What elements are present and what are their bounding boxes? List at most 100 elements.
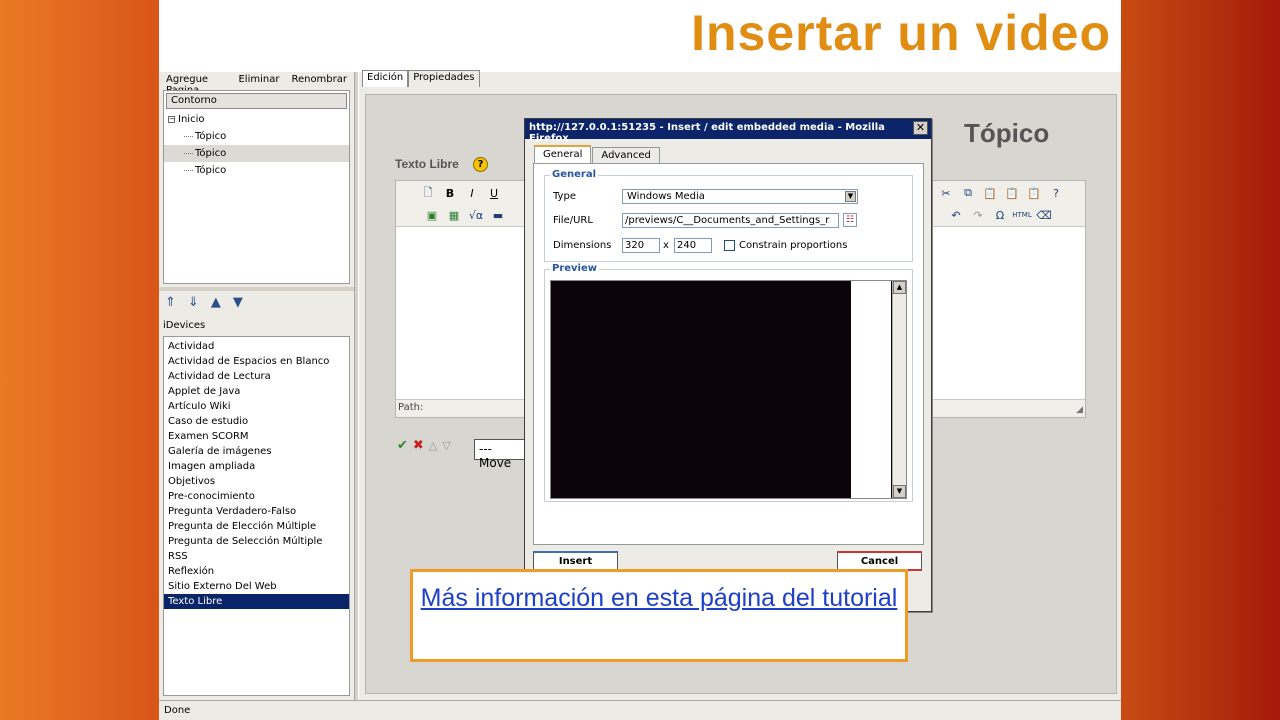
image-icon[interactable]: ▣ xyxy=(424,207,440,223)
file-url-label: File/URL xyxy=(553,215,593,226)
list-item-selected[interactable]: Texto Libre xyxy=(164,594,349,609)
checkmark-icon[interactable]: ✔ xyxy=(397,438,408,453)
preview-scrollbar[interactable]: ▲ ▼ xyxy=(892,281,906,498)
path-label: Path: xyxy=(398,402,424,413)
insert-button[interactable]: Insert xyxy=(533,551,618,571)
redo-icon[interactable]: ↷ xyxy=(970,207,986,223)
help-icon[interactable]: ? xyxy=(473,157,488,172)
tree-item-label: Inicio xyxy=(178,114,205,125)
move-select[interactable]: ---Move xyxy=(474,439,529,470)
move-up-icon[interactable]: △ xyxy=(429,439,437,452)
list-item[interactable]: Actividad xyxy=(164,339,349,354)
move-down-icon[interactable]: ▼ xyxy=(233,295,243,310)
idevices-list: Actividad Actividad de Espacios en Blanc… xyxy=(163,336,350,696)
rename-button[interactable]: Renombrar xyxy=(291,74,347,88)
general-fieldset: General Type Windows Media ▼ File/URL /p… xyxy=(544,169,913,262)
list-item[interactable]: Sitio Externo Del Web xyxy=(164,579,349,594)
math-icon[interactable]: √α xyxy=(468,207,484,223)
move-up-icon[interactable]: ▲ xyxy=(211,295,221,310)
bold-icon[interactable]: B xyxy=(442,185,458,201)
list-item[interactable]: Actividad de Espacios en Blanco xyxy=(164,354,349,369)
paste-text-icon[interactable]: 📋 xyxy=(1004,185,1020,201)
type-value: Windows Media xyxy=(627,191,705,202)
list-item[interactable]: Pre-conocimiento xyxy=(164,489,349,504)
tree-item-root[interactable]: − Inicio xyxy=(164,111,349,128)
cancel-button[interactable]: Cancel xyxy=(837,551,922,571)
dialog-titlebar[interactable]: http://127.0.0.1:51235 - Insert / edit e… xyxy=(525,119,931,144)
list-item[interactable]: Actividad de Lectura xyxy=(164,369,349,384)
eraser-icon[interactable]: ⌫ xyxy=(1036,207,1052,223)
italic-icon[interactable]: I xyxy=(464,185,480,201)
tab-general[interactable]: General xyxy=(534,145,592,164)
paste-icon[interactable]: 📋 xyxy=(982,185,998,201)
list-item[interactable]: Examen SCORM xyxy=(164,429,349,444)
delete-button[interactable]: Eliminar xyxy=(238,74,279,88)
list-item[interactable]: RSS xyxy=(164,549,349,564)
panel-splitter[interactable] xyxy=(159,287,354,291)
list-item[interactable]: Galería de imágenes xyxy=(164,444,349,459)
tree-item-topic-3[interactable]: Tópico xyxy=(164,162,349,179)
height-input[interactable]: 240 xyxy=(674,238,712,253)
list-item[interactable]: Applet de Java xyxy=(164,384,349,399)
list-item[interactable]: Artículo Wiki xyxy=(164,399,349,414)
vertical-splitter[interactable] xyxy=(354,72,359,700)
scroll-up-icon[interactable]: ▲ xyxy=(893,281,906,294)
outline-header: Contorno xyxy=(166,93,347,109)
file-url-input[interactable]: /previews/C__Documents_and_Settings_r xyxy=(622,213,839,228)
tree-item-topic-2[interactable]: Tópico xyxy=(164,145,349,162)
copy-icon[interactable]: ⧉ xyxy=(960,185,976,201)
width-input[interactable]: 320 xyxy=(622,238,660,253)
resize-grip-icon[interactable]: ◢ xyxy=(1076,405,1083,415)
idevices-label: iDevices xyxy=(163,320,206,331)
delete-icon[interactable]: ✖ xyxy=(413,438,424,453)
list-item[interactable]: Pregunta de Elección Múltiple xyxy=(164,519,349,534)
list-item[interactable]: Pregunta de Selección Múltiple xyxy=(164,534,349,549)
list-item[interactable]: Reflexión xyxy=(164,564,349,579)
move-down-icon[interactable]: ▽ xyxy=(442,439,450,452)
html-icon[interactable]: HTML xyxy=(1012,207,1031,223)
list-item[interactable]: Caso de estudio xyxy=(164,414,349,429)
close-icon[interactable]: ✕ xyxy=(913,121,928,135)
list-item[interactable]: Pregunta Verdadero-Falso xyxy=(164,504,349,519)
paste-word-icon[interactable]: 📋 xyxy=(1026,185,1042,201)
media-preview: ▲ ▼ xyxy=(550,280,907,499)
dimensions-label: Dimensions xyxy=(553,240,612,251)
horizontal-rule-icon[interactable]: ▬ xyxy=(490,207,506,223)
new-document-icon[interactable]: 🗋 xyxy=(420,185,436,201)
type-select[interactable]: Windows Media ▼ xyxy=(622,189,858,204)
slide-title: Insertar un video xyxy=(691,5,1111,61)
dialog-title: http://127.0.0.1:51235 - Insert / edit e… xyxy=(529,122,885,144)
embedded-media-dialog: http://127.0.0.1:51235 - Insert / edit e… xyxy=(524,118,932,612)
demote-arrow-icon[interactable]: ⇓ xyxy=(188,295,199,310)
outline-panel: Contorno − Inicio Tópico Tópico Tópico xyxy=(163,90,350,284)
dialog-body: General Type Windows Media ▼ File/URL /p… xyxy=(533,163,924,545)
preview-legend: Preview xyxy=(550,263,600,274)
browse-icon[interactable]: ☷ xyxy=(843,213,857,227)
preview-margin xyxy=(851,281,891,498)
collapse-icon[interactable]: − xyxy=(168,115,175,123)
constrain-checkbox[interactable] xyxy=(724,240,735,251)
times-label: x xyxy=(663,240,669,251)
tab-advanced[interactable]: Advanced xyxy=(592,147,660,164)
tree-item-topic-1[interactable]: Tópico xyxy=(164,128,349,145)
omega-icon[interactable]: Ω xyxy=(992,207,1008,223)
film-icon[interactable]: ▦ xyxy=(446,207,462,223)
undo-icon[interactable]: ↶ xyxy=(948,207,964,223)
underline-icon[interactable]: U xyxy=(486,185,502,201)
promote-arrow-icon[interactable]: ⇑ xyxy=(165,295,176,310)
help-circle-icon[interactable]: ? xyxy=(1048,185,1064,201)
list-item[interactable]: Imagen ampliada xyxy=(164,459,349,474)
tutorial-link[interactable]: Más información en esta página del tutor… xyxy=(421,584,898,612)
cut-icon[interactable]: ✂ xyxy=(938,185,954,201)
tab-edicion[interactable]: Edición xyxy=(362,70,409,87)
block-title: Texto Libre xyxy=(395,157,459,171)
chevron-down-icon[interactable]: ▼ xyxy=(845,191,856,202)
add-page-button[interactable]: Agregue Pagina xyxy=(166,74,226,96)
outline-nav-arrows: ⇑ ⇓ ▲ ▼ xyxy=(159,292,354,312)
list-item[interactable]: Objetivos xyxy=(164,474,349,489)
editor-tabs: Edición Propiedades xyxy=(362,70,480,87)
scroll-down-icon[interactable]: ▼ xyxy=(893,485,906,498)
preview-fieldset: Preview ▲ ▼ xyxy=(544,263,913,502)
tab-propiedades[interactable]: Propiedades xyxy=(408,70,480,87)
constrain-label: Constrain proportions xyxy=(739,240,848,251)
